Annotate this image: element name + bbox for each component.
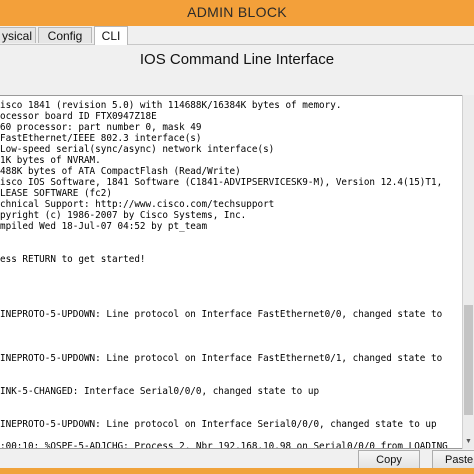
terminal-line: INEPROTO-5-UPDOWN: Line protocol on Inte… bbox=[0, 353, 443, 364]
window-content: ysical Config CLI IOS Command Line Inter… bbox=[0, 26, 474, 470]
cli-panel: IOS Command Line Interface isco 1841 (re… bbox=[0, 45, 474, 470]
cli-terminal[interactable]: isco 1841 (revision 5.0) with 114688K/16… bbox=[0, 95, 462, 449]
terminal-line: Low-speed serial(sync/async) network int… bbox=[0, 144, 275, 155]
terminal-output: isco 1841 (revision 5.0) with 114688K/16… bbox=[0, 100, 462, 449]
title-bar[interactable]: ADMIN BLOCK bbox=[0, 0, 474, 26]
tab-cli[interactable]: CLI bbox=[94, 26, 128, 45]
app-window: ADMIN BLOCK ysical Config CLI IOS Comman… bbox=[0, 0, 474, 474]
terminal-line: isco 1841 (revision 5.0) with 114688K/16… bbox=[0, 100, 342, 111]
window-bottom-border bbox=[0, 468, 474, 474]
copy-button[interactable]: Copy bbox=[358, 450, 420, 470]
tab-bar: ysical Config CLI bbox=[0, 26, 474, 45]
terminal-line: FastEthernet/IEEE 802.3 interface(s) bbox=[0, 133, 202, 144]
terminal-line: INEPROTO-5-UPDOWN: Line protocol on Inte… bbox=[0, 419, 437, 430]
terminal-line: mpiled Wed 18-Jul-07 04:52 by pt_team bbox=[0, 221, 208, 232]
terminal-line: 60 processor: part number 0, mask 49 bbox=[0, 122, 202, 133]
panel-heading: IOS Command Line Interface bbox=[139, 51, 335, 68]
terminal-line: pyright (c) 1986-2007 by Cisco Systems, … bbox=[0, 210, 247, 221]
terminal-scrollbar[interactable]: ▼ bbox=[462, 95, 474, 449]
tab-physical[interactable]: ysical bbox=[0, 27, 36, 43]
terminal-line: 488K bytes of ATA CompactFlash (Read/Wri… bbox=[0, 166, 241, 177]
terminal-line: ocessor board ID FTX0947Z18E bbox=[0, 111, 157, 122]
terminal-line: 1K bytes of NVRAM. bbox=[0, 155, 101, 166]
scroll-down-arrow-icon[interactable]: ▼ bbox=[463, 437, 474, 447]
scrollbar-thumb[interactable] bbox=[464, 305, 473, 415]
window-title: ADMIN BLOCK bbox=[187, 4, 287, 20]
terminal-line: INEPROTO-5-UPDOWN: Line protocol on Inte… bbox=[0, 309, 443, 320]
paste-button[interactable]: Paste bbox=[432, 450, 474, 470]
terminal-line: chnical Support: http://www.cisco.com/te… bbox=[0, 199, 275, 210]
terminal-line: isco IOS Software, 1841 Software (C1841-… bbox=[0, 177, 443, 188]
terminal-line: INK-5-CHANGED: Interface Serial0/0/0, ch… bbox=[0, 386, 320, 397]
terminal-line: LEASE SOFTWARE (fc2) bbox=[0, 188, 112, 199]
tab-config[interactable]: Config bbox=[38, 27, 92, 43]
terminal-line: :00:10: %OSPF-5-ADJCHG: Process 2, Nbr 1… bbox=[0, 441, 448, 449]
terminal-line: ess RETURN to get started! bbox=[0, 254, 146, 265]
